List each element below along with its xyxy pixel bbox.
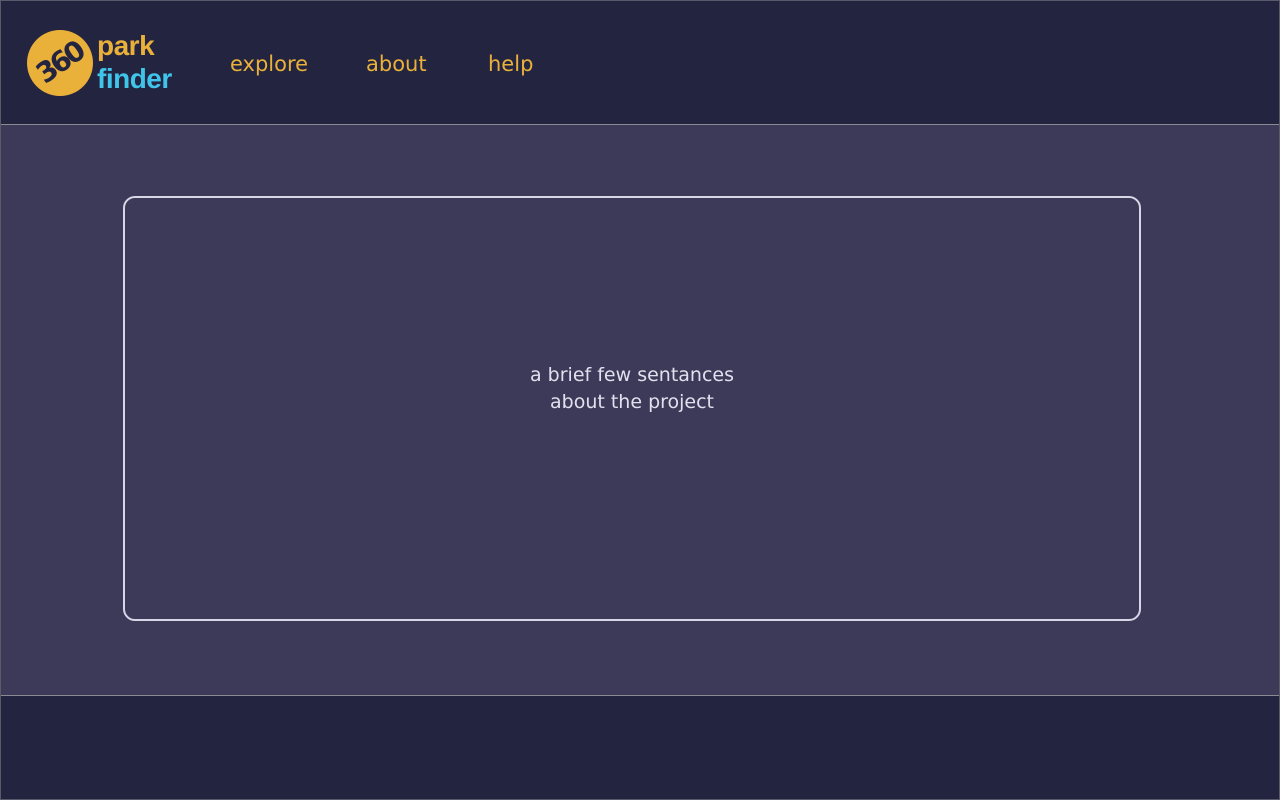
site-header: 360 park finder explore about help bbox=[1, 1, 1279, 125]
site-footer bbox=[1, 696, 1279, 799]
nav-link-explore[interactable]: explore bbox=[230, 49, 308, 79]
page: 360 park finder explore about help a bri… bbox=[0, 0, 1280, 800]
main-content: a brief few sentances about the project bbox=[1, 125, 1279, 696]
about-card-text: a brief few sentances about the project bbox=[125, 362, 1139, 416]
logo-badge-icon: 360 bbox=[27, 30, 93, 96]
about-card: a brief few sentances about the project bbox=[123, 196, 1141, 621]
logo-word-park: park bbox=[97, 30, 155, 61]
nav-link-help[interactable]: help bbox=[488, 49, 533, 79]
about-card-line-1: a brief few sentances bbox=[529, 364, 734, 386]
nav-link-about[interactable]: about bbox=[366, 49, 427, 79]
about-card-line-2: about the project bbox=[549, 391, 715, 413]
site-logo[interactable]: 360 park finder bbox=[27, 29, 187, 99]
logo-badge-text: 360 bbox=[29, 34, 90, 91]
logo-word-finder: finder bbox=[97, 63, 172, 94]
